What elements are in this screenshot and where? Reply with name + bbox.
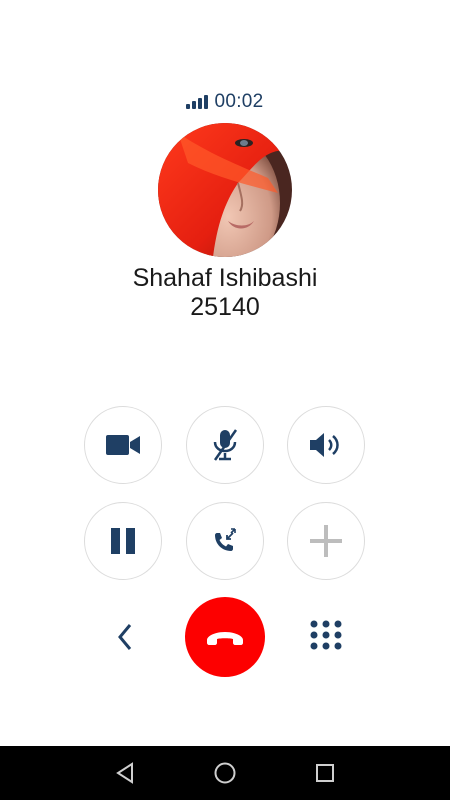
nav-back-button[interactable] bbox=[110, 758, 140, 788]
nav-back-icon bbox=[116, 762, 133, 784]
speaker-icon bbox=[310, 433, 339, 457]
mute-button[interactable] bbox=[186, 406, 264, 484]
call-status: 00:02 bbox=[0, 91, 450, 113]
add-call-icon bbox=[310, 525, 342, 557]
nav-home-icon bbox=[214, 762, 236, 784]
add-call-button[interactable] bbox=[287, 502, 365, 580]
dialpad-button[interactable] bbox=[296, 607, 356, 667]
pause-icon bbox=[111, 528, 135, 554]
call-duration: 00:02 bbox=[214, 91, 264, 112]
hold-button[interactable] bbox=[84, 502, 162, 580]
signal-strength-icon bbox=[186, 95, 209, 109]
video-call-button[interactable] bbox=[84, 406, 162, 484]
nav-home-button[interactable] bbox=[210, 758, 240, 788]
contact-number: 25140 bbox=[190, 293, 260, 321]
transfer-call-icon bbox=[215, 528, 236, 551]
speaker-button[interactable] bbox=[287, 406, 365, 484]
mute-mic-icon bbox=[213, 429, 238, 461]
end-call-button[interactable] bbox=[185, 597, 265, 677]
transfer-call-button[interactable] bbox=[186, 502, 264, 580]
end-call-icon bbox=[207, 632, 243, 645]
system-navigation-bar bbox=[0, 746, 450, 800]
contact-avatar bbox=[158, 123, 292, 257]
video-icon bbox=[106, 435, 140, 455]
nav-recents-button[interactable] bbox=[310, 758, 340, 788]
back-chevron-icon bbox=[118, 624, 132, 650]
dialpad-icon bbox=[310, 620, 342, 650]
contact-name: Shahaf Ishibashi bbox=[132, 264, 318, 292]
back-button[interactable] bbox=[95, 607, 155, 667]
nav-recents-icon bbox=[316, 764, 334, 782]
